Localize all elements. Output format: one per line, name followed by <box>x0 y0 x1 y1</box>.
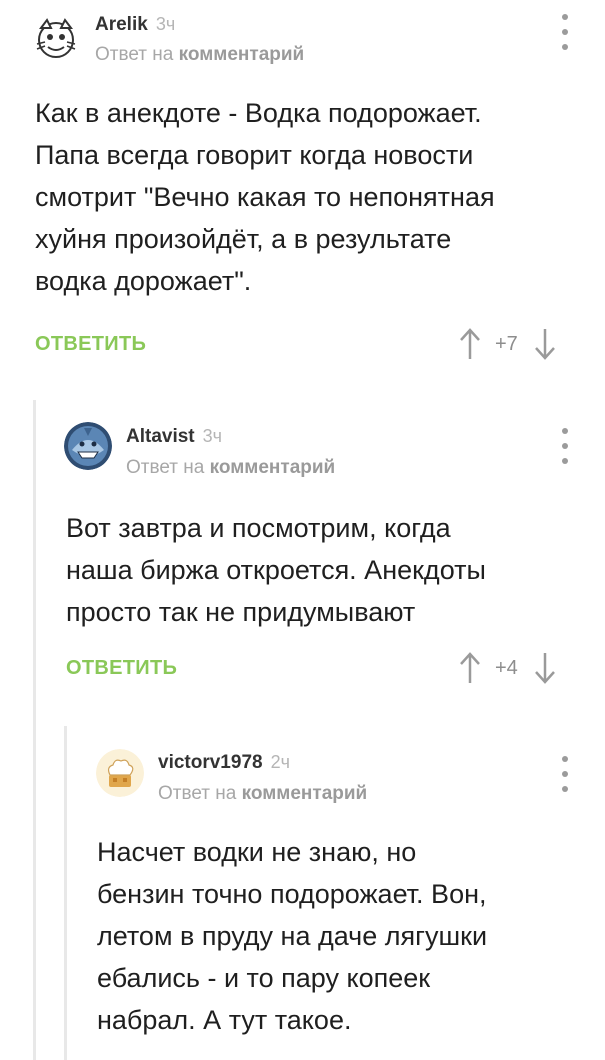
reply-to-line: Ответ на комментарий <box>126 457 335 479</box>
comment-arelik: Arelik 3ч Ответ на комментарий Как в анек… <box>0 0 605 400</box>
comment-line: Папа всегда говорит когда новости <box>35 140 474 170</box>
more-vertical-icon[interactable] <box>559 14 571 50</box>
comment-line: просто так не придумывают <box>66 597 416 627</box>
reply-target-link[interactable]: комментарий <box>210 457 336 478</box>
more-vertical-icon[interactable] <box>559 756 571 792</box>
comment-time: 2ч <box>270 752 290 772</box>
comment-time: 3ч <box>155 14 176 34</box>
comment-body: Вот завтра и посмотрим, когда наша биржа… <box>66 507 486 633</box>
comment-body: Насчет водки не знаю, но бензин точно по… <box>97 831 487 1041</box>
arrow-down-icon[interactable] <box>534 327 556 361</box>
reply-target-link[interactable]: комментарий <box>242 783 368 804</box>
comment-author[interactable]: victorv1978 2ч <box>158 752 290 774</box>
reply-button[interactable]: ОТВЕТИТЬ <box>66 657 177 680</box>
rating-score: +4 <box>495 656 518 679</box>
vote-controls: +7 <box>459 326 556 362</box>
reply-prefix: Ответ на <box>158 783 237 804</box>
arrow-down-icon[interactable] <box>534 651 556 685</box>
arrow-up-icon[interactable] <box>459 651 481 685</box>
comment-victorv1978: victorv1978 2ч Ответ на комментарий Насче… <box>0 726 605 1054</box>
comment-line: хуйня произойдёт, а в результате <box>35 224 452 254</box>
comment-author[interactable]: Arelik 3ч <box>95 14 175 36</box>
reply-prefix: Ответ на <box>126 457 205 478</box>
comment-body: Как в анекдоте - Водка подорожает. Папа … <box>35 92 495 302</box>
author-name[interactable]: Altavist <box>126 426 195 447</box>
more-vertical-icon[interactable] <box>559 428 571 464</box>
comment-line: Как в анекдоте - Водка подорожает. <box>35 98 482 128</box>
reply-to-line: Ответ на комментарий <box>95 44 304 66</box>
comment-author[interactable]: Altavist 3ч <box>126 426 222 448</box>
comment-altavist: Altavist 3ч Ответ на комментарий Вот завт… <box>0 400 605 726</box>
comment-line: наша биржа откроется. Анекдоты <box>66 555 486 585</box>
reply-prefix: Ответ на <box>95 44 174 65</box>
chef-hat-avatar-icon[interactable] <box>96 749 144 797</box>
comment-line: летом в пруду на даче лягушки <box>97 921 488 951</box>
vote-controls: +4 <box>459 650 556 686</box>
reply-button[interactable]: ОТВЕТИТЬ <box>35 333 146 356</box>
shark-avatar-icon[interactable] <box>64 422 112 470</box>
comment-line: водка дорожает". <box>35 266 252 296</box>
comment-line: бензин точно подорожает. Вон, <box>97 879 487 909</box>
author-name[interactable]: victorv1978 <box>158 752 263 773</box>
comment-time: 3ч <box>202 426 223 446</box>
comment-line: смотрит "Вечно какая то непонятная <box>35 182 495 212</box>
reply-to-line: Ответ на комментарий <box>158 783 367 805</box>
comment-line: Вот завтра и посмотрим, когда <box>66 513 451 543</box>
author-name[interactable]: Arelik <box>95 14 148 35</box>
rating-score: +7 <box>495 332 518 355</box>
reply-target-link[interactable]: комментарий <box>179 44 305 65</box>
comment-line: набрал. А тут такое. <box>97 1005 352 1035</box>
cartoon-face-avatar-icon[interactable] <box>33 16 79 62</box>
comment-line: Насчет водки не знаю, но <box>97 837 417 867</box>
arrow-up-icon[interactable] <box>459 327 481 361</box>
comment-line: ебались - и то пару копеек <box>97 963 431 993</box>
